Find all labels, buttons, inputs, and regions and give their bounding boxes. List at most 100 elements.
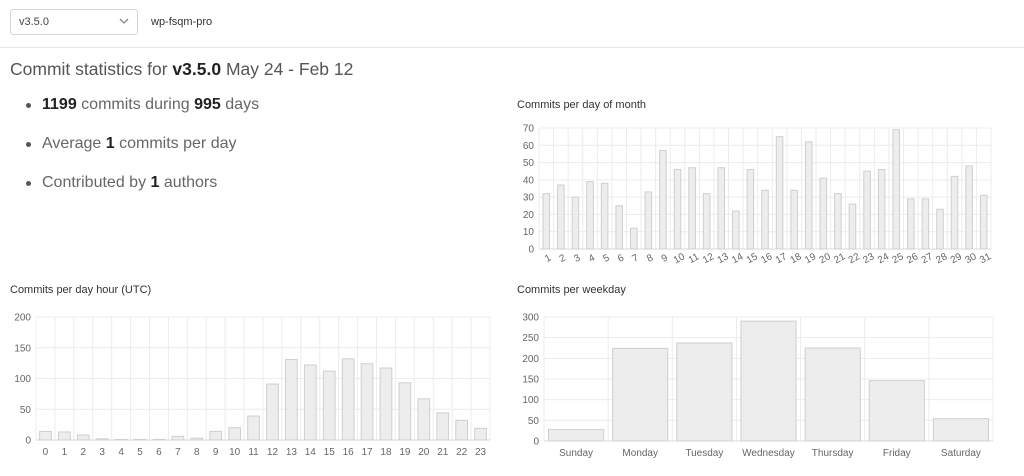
x-tick-label: 7 [631,252,641,265]
y-tick-label: 200 [522,354,539,365]
x-tick-label: 23 [861,251,876,266]
y-tick-label: 0 [25,436,31,447]
x-tick-label: Thursday [812,448,854,459]
chart-title-day-hour: Commits per day hour (UTC) [10,284,152,296]
y-tick-label: 30 [523,193,535,204]
x-tick-label: Wednesday [742,448,795,459]
bar-8 [190,437,204,441]
bar-1 [58,431,71,441]
chart-title-day-of-month: Commits per day of month [517,99,646,111]
bar-23 [863,170,871,250]
x-tick-label: 17 [361,447,373,458]
x-tick-label: 16 [759,251,774,266]
x-tick-label: 10 [672,251,687,266]
stats-list: 1199 commits during 995 days Average 1 c… [24,96,259,213]
y-tick-label: 150 [522,375,539,386]
bullet-icon [26,181,31,186]
stat-authors-pre: Contributed by [42,174,147,191]
bar-6 [615,205,623,250]
y-tick-label: 100 [14,374,31,385]
bar-2 [557,184,565,250]
stat-authors-text: authors [163,174,218,191]
stat-commit-count: 1199 [42,96,77,113]
stat-commit-text: commits during [81,96,190,113]
x-tick-label: 6 [616,252,626,265]
stat-average: Average 1 commits per day [24,135,259,174]
bar-2 [76,434,90,441]
x-tick-label: Saturday [941,448,981,459]
title-prefix: Commit statistics for [10,59,168,79]
stat-average-text: commits per day [119,135,237,152]
x-tick-label: Tuesday [685,448,723,459]
y-tick-label: 20 [523,210,535,221]
x-tick-label: 21 [832,251,847,266]
x-tick-label: 18 [380,447,392,458]
y-tick-label: 150 [14,343,31,354]
title-range: May 24 - Feb 12 [225,59,354,79]
stat-average-pre: Average [42,135,102,152]
bar-1 [542,193,551,250]
version-select-value: v3.5.0 [19,16,49,28]
version-select[interactable]: v3.5.0 [10,9,138,35]
bar-5 [600,182,609,250]
x-tick-label: 25 [891,251,906,266]
bar-20 [417,398,431,441]
bar-22 [455,419,468,441]
y-tick-label: 200 [14,313,31,324]
bar-17 [360,363,374,441]
x-tick-label: 19 [399,447,411,458]
x-tick-label: 5 [601,252,611,265]
bar-14 [303,364,317,441]
x-tick-label: 11 [687,251,702,266]
bar-7 [171,435,185,441]
repo-name: wp-fsqm-pro [151,16,213,28]
x-tick-label: 9 [660,252,670,265]
bar-Monday [612,347,669,442]
stat-authors: Contributed by 1 authors [24,174,259,213]
x-tick-label: 19 [803,251,818,266]
x-tick-label: 15 [745,251,760,266]
x-tick-label: 23 [475,447,487,458]
bar-19 [398,382,412,441]
top-bar: v3.5.0 wp-fsqm-pro [0,0,1024,48]
stat-commits: 1199 commits during 995 days [24,96,259,135]
bar-14 [732,210,740,250]
y-tick-label: 0 [533,437,539,448]
x-tick-label: 18 [788,251,803,266]
x-tick-label: 20 [418,447,430,458]
x-tick-label: 3 [99,447,105,458]
bar-9 [659,149,667,250]
stat-authors-value: 1 [150,174,160,191]
bar-13 [285,358,298,441]
bar-Tuesday [676,342,733,442]
x-tick-label: 11 [248,447,259,458]
x-tick-label: 1 [62,447,68,458]
y-tick-label: 10 [523,227,535,238]
bullet-icon [26,142,31,147]
bar-4 [114,438,128,441]
bar-11 [688,167,696,250]
bar-27 [921,198,930,250]
x-tick-label: 26 [905,251,920,266]
y-tick-label: 0 [528,245,534,256]
x-tick-label: 22 [456,447,468,458]
x-tick-label: 7 [175,447,181,458]
chart-day-hour: 0501001502000 1 2 3 4 5 6 7 8 9 10 11 12 13 14 15 16 17 18… [14,313,491,458]
x-tick-label: Friday [883,448,911,459]
y-tick-label: 50 [20,405,32,416]
bar-28 [936,208,944,250]
x-tick-label: 31 [978,251,993,266]
x-tick-label: 8 [194,447,200,458]
bar-18 [379,367,393,441]
x-tick-label: 2 [558,252,568,265]
chevron-down-icon [119,18,129,24]
x-tick-label: 22 [847,251,862,266]
y-tick-label: 40 [523,175,535,186]
bar-31 [979,194,988,250]
bar-23 [474,427,487,441]
stat-day-text: days [225,96,260,113]
bar-13 [717,167,726,250]
bar-12 [702,193,711,250]
bar-5 [133,438,147,441]
bar-3 [571,196,580,250]
